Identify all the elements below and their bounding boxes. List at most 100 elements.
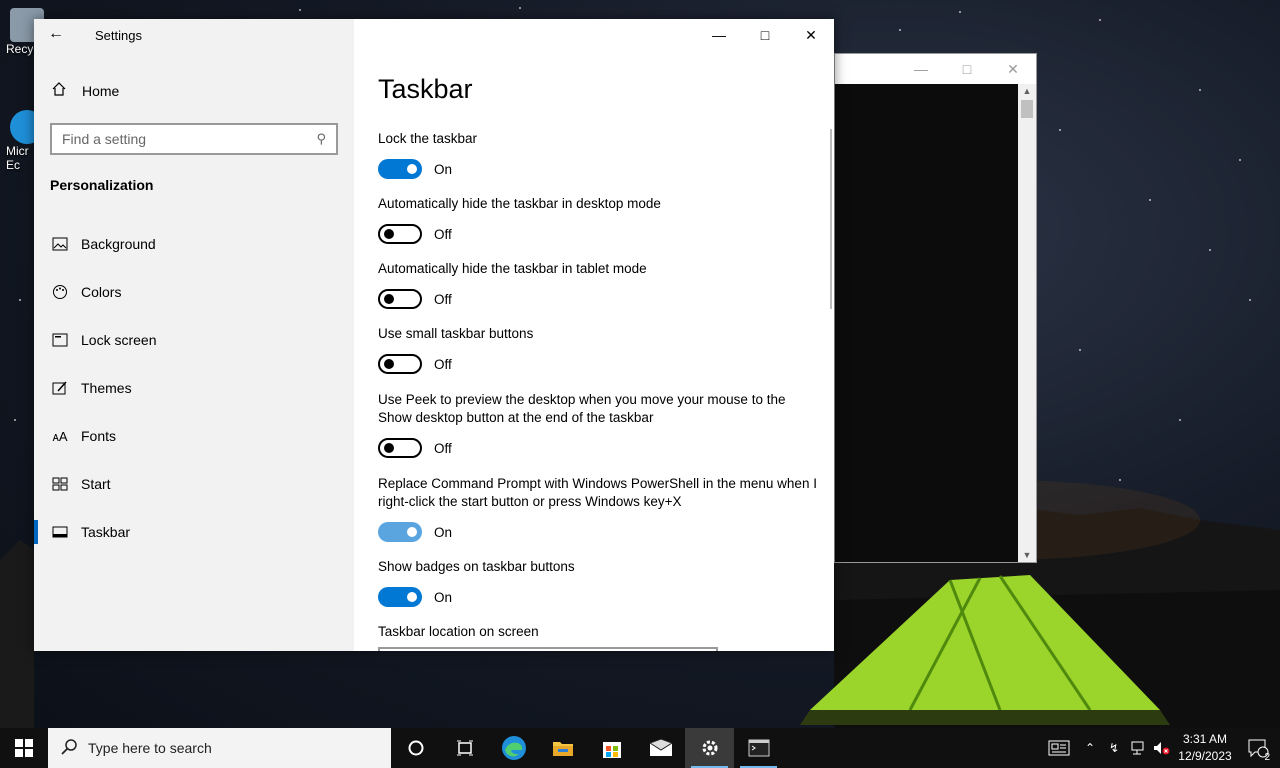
section-heading: Personalization — [50, 177, 154, 193]
location-dropdown[interactable] — [378, 647, 718, 651]
nav-item-colors[interactable]: Colors — [34, 268, 354, 316]
terminal-icon — [748, 739, 769, 757]
tent-illustration — [800, 575, 1170, 725]
clock-time: 3:31 AM — [1182, 732, 1228, 746]
settings-window: ← Settings Home Find a setting ⚲ Persona… — [34, 19, 834, 651]
start-button[interactable] — [0, 728, 48, 768]
mail-icon — [648, 739, 673, 756]
mail-button[interactable] — [636, 728, 685, 768]
maximize-icon[interactable]: □ — [944, 61, 990, 77]
content-scrollbar[interactable] — [830, 129, 832, 309]
setting-label: Use small taskbar buttons — [378, 326, 534, 341]
nav-item-background[interactable]: Background — [34, 220, 354, 268]
notification-count: 2 — [1264, 752, 1270, 763]
maximize-icon[interactable]: □ — [742, 19, 788, 51]
toggle-state: Off — [434, 291, 452, 307]
file-explorer-button[interactable] — [538, 728, 587, 768]
minimize-icon[interactable]: — — [898, 61, 944, 77]
close-icon[interactable]: ✕ — [788, 19, 834, 51]
taskbar: Type here to search ⌃ ↯ 3:31 AM 12/9/202… — [0, 728, 1280, 768]
chevron-up-icon[interactable]: ⌃ — [1078, 728, 1102, 768]
nav-item-themes[interactable]: Themes — [34, 364, 354, 412]
setting-label: Use Peek to preview the desktop when you… — [378, 392, 786, 425]
windows-icon — [15, 739, 33, 757]
toggle-switch[interactable] — [378, 587, 422, 607]
settings-sidebar: ← Settings Home Find a setting ⚲ Persona… — [34, 19, 354, 651]
nav-item-fonts[interactable]: ᴀA Fonts — [34, 412, 354, 460]
search-icon — [60, 738, 80, 759]
toggle-state: On — [434, 589, 453, 605]
setting-peek: Use Peek to preview the desktop when you… — [378, 391, 818, 458]
network-icon[interactable] — [1126, 728, 1150, 768]
settings-nav: Background Colors Lock screen Themes ᴀA … — [34, 220, 354, 556]
task-view-button[interactable] — [440, 728, 489, 768]
nav-item-label: Background — [81, 236, 156, 252]
page-title: Taskbar — [378, 74, 473, 104]
usb-icon[interactable]: ↯ — [1102, 728, 1126, 768]
picture-icon — [52, 236, 68, 252]
nav-item-label: Themes — [81, 380, 132, 396]
scroll-down-icon[interactable]: ▼ — [1018, 550, 1036, 560]
clock-date: 12/9/2023 — [1178, 749, 1232, 763]
setting-label: Automatically hide the taskbar in deskto… — [378, 196, 661, 211]
terminal-taskbar-button[interactable] — [734, 728, 783, 768]
system-tray: ⌃ ↯ 3:31 AM 12/9/2023 2 — [1040, 728, 1280, 768]
toggle-switch[interactable] — [378, 289, 422, 309]
console-titlebar[interactable]: — □ ✕ — [835, 54, 1036, 84]
toggle-switch[interactable] — [378, 522, 422, 542]
taskbar-search-placeholder: Type here to search — [88, 740, 212, 756]
setting-label: Replace Command Prompt with Windows Powe… — [378, 476, 817, 509]
news-icon[interactable] — [1040, 728, 1078, 768]
toggle-switch[interactable] — [378, 438, 422, 458]
scroll-thumb[interactable] — [1021, 100, 1033, 118]
toggle-switch[interactable] — [378, 224, 422, 244]
action-center-button[interactable]: 2 — [1236, 738, 1280, 763]
scroll-up-icon[interactable]: ▲ — [1018, 86, 1036, 96]
setting-badges: Show badges on taskbar buttons On — [378, 558, 818, 607]
close-icon[interactable]: ✕ — [990, 61, 1036, 78]
toggle-state: On — [434, 524, 453, 540]
setting-label: Show badges on taskbar buttons — [378, 559, 575, 574]
edge-taskbar-button[interactable] — [489, 728, 538, 768]
console-window[interactable]: — □ ✕ ▲ ▼ — [834, 53, 1037, 563]
search-icon: ⚲ — [316, 131, 326, 146]
cortana-button[interactable] — [391, 728, 440, 768]
nav-item-label: Colors — [81, 284, 122, 300]
nav-item-label: Start — [81, 476, 111, 492]
setting-autohide-desktop: Automatically hide the taskbar in deskto… — [378, 195, 818, 244]
taskbar-search-box[interactable]: Type here to search — [48, 728, 391, 768]
setting-powershell: Replace Command Prompt with Windows Powe… — [378, 475, 818, 542]
window-controls: — □ ✕ — [696, 19, 834, 51]
toggle-switch[interactable] — [378, 354, 422, 374]
home-icon — [50, 81, 68, 100]
toggle-state: On — [434, 161, 453, 177]
search-placeholder: Find a setting — [62, 131, 147, 147]
setting-label: Lock the taskbar — [378, 131, 478, 146]
clock[interactable]: 3:31 AM 12/9/2023 — [1174, 731, 1236, 765]
minimize-icon[interactable]: — — [696, 19, 742, 51]
volume-muted-icon[interactable] — [1150, 728, 1174, 768]
setting-label: Automatically hide the taskbar in tablet… — [378, 261, 647, 276]
console-scrollbar[interactable]: ▲ ▼ — [1018, 84, 1036, 562]
find-setting-input[interactable]: Find a setting ⚲ — [50, 123, 338, 155]
back-arrow-icon[interactable]: ← — [48, 25, 68, 45]
settings-content: — □ ✕ Taskbar Lock the taskbar On Automa… — [354, 19, 834, 651]
settings-taskbar-button[interactable] — [685, 728, 734, 768]
nav-item-taskbar[interactable]: Taskbar — [34, 508, 354, 556]
nav-item-start[interactable]: Start — [34, 460, 354, 508]
setting-autohide-tablet: Automatically hide the taskbar in tablet… — [378, 260, 818, 309]
toggle-switch[interactable] — [378, 159, 422, 179]
palette-icon — [52, 284, 68, 300]
taskbar-icon — [52, 524, 68, 540]
toggle-state: Off — [434, 440, 452, 456]
font-icon: ᴀA — [52, 428, 68, 444]
nav-home[interactable]: Home — [50, 81, 119, 100]
settings-icon — [702, 740, 717, 756]
toggle-state: Off — [434, 226, 452, 242]
setting-location: Taskbar location on screen — [378, 623, 818, 641]
nav-item-label: Taskbar — [81, 524, 131, 540]
console-area[interactable] — [835, 84, 1019, 562]
store-button[interactable] — [587, 728, 636, 768]
setting-lock-taskbar: Lock the taskbar On — [378, 130, 818, 179]
nav-item-lock-screen[interactable]: Lock screen — [34, 316, 354, 364]
